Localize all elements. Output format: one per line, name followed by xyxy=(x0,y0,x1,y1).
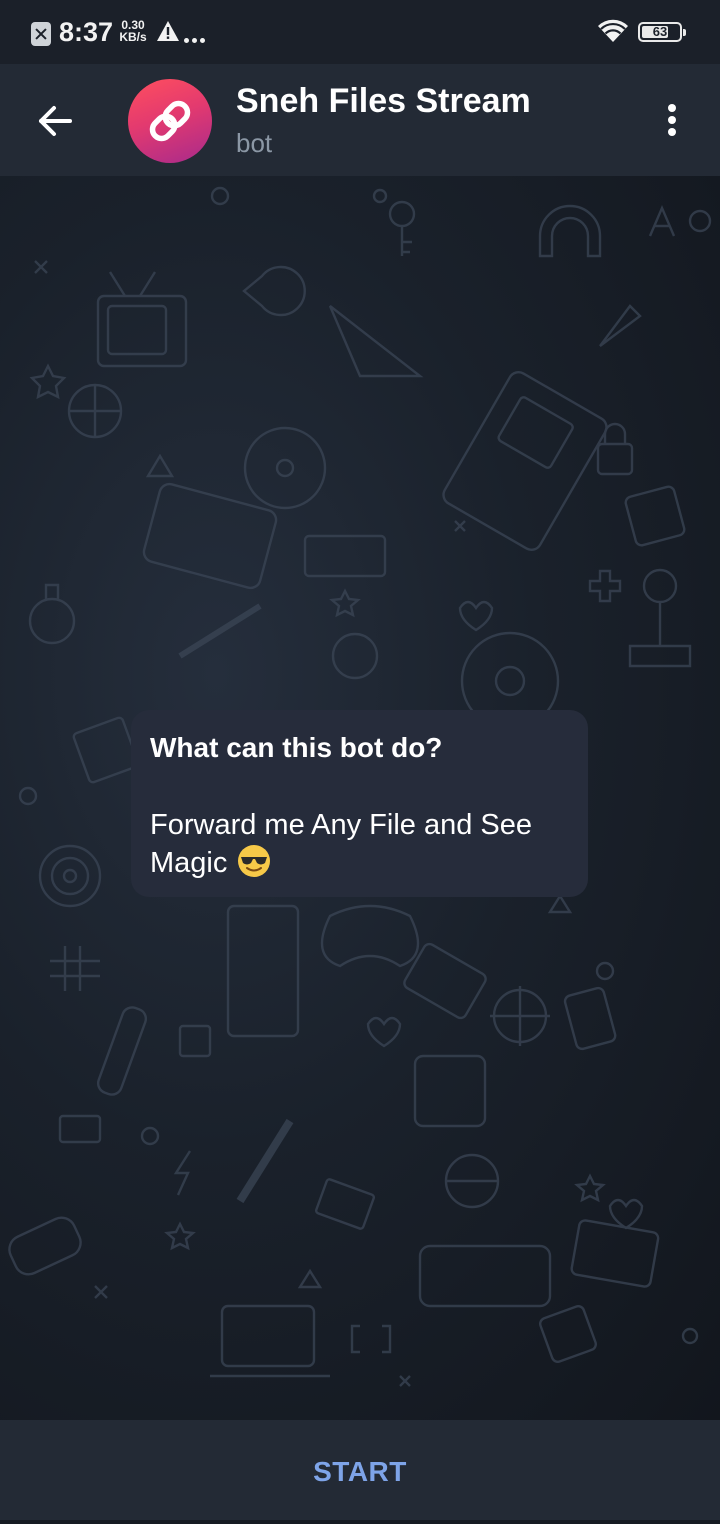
status-time: 8:37 xyxy=(59,17,114,47)
network-speed: 0.30 KB/s xyxy=(117,19,149,43)
bot-info-text: Forward me Any File and See Magic xyxy=(150,809,533,879)
chat-background: What can this bot do? Forward me Any Fil… xyxy=(0,176,720,1420)
sim-off-icon xyxy=(31,22,51,46)
chat-subtitle: bot xyxy=(236,128,273,158)
network-speed-unit: KB/s xyxy=(119,30,147,44)
bot-info-title: What can this bot do? xyxy=(150,732,443,763)
status-bar: 8:37 0.30 KB/s 63 xyxy=(0,0,720,64)
bot-info-bubble: What can this bot do? Forward me Any Fil… xyxy=(131,710,588,897)
warning-icon xyxy=(157,21,179,41)
more-options-button[interactable] xyxy=(652,96,692,144)
more-dots-icon xyxy=(184,30,210,43)
avatar[interactable] xyxy=(128,79,212,163)
wifi-icon xyxy=(598,19,628,42)
chat-header: Sneh Files Stream bot xyxy=(0,64,720,176)
battery-level: 63 xyxy=(652,24,668,39)
start-button[interactable]: START xyxy=(0,1420,720,1520)
bot-info-body: Forward me Any File and See Magic xyxy=(150,806,568,882)
back-button[interactable] xyxy=(28,94,82,148)
link-icon xyxy=(149,100,191,142)
bottom-bar: START xyxy=(0,1420,720,1520)
sunglasses-emoji xyxy=(238,845,271,877)
battery-icon: 63 xyxy=(638,22,686,42)
chat-title[interactable]: Sneh Files Stream xyxy=(236,82,531,121)
arrow-left-icon xyxy=(39,106,72,136)
